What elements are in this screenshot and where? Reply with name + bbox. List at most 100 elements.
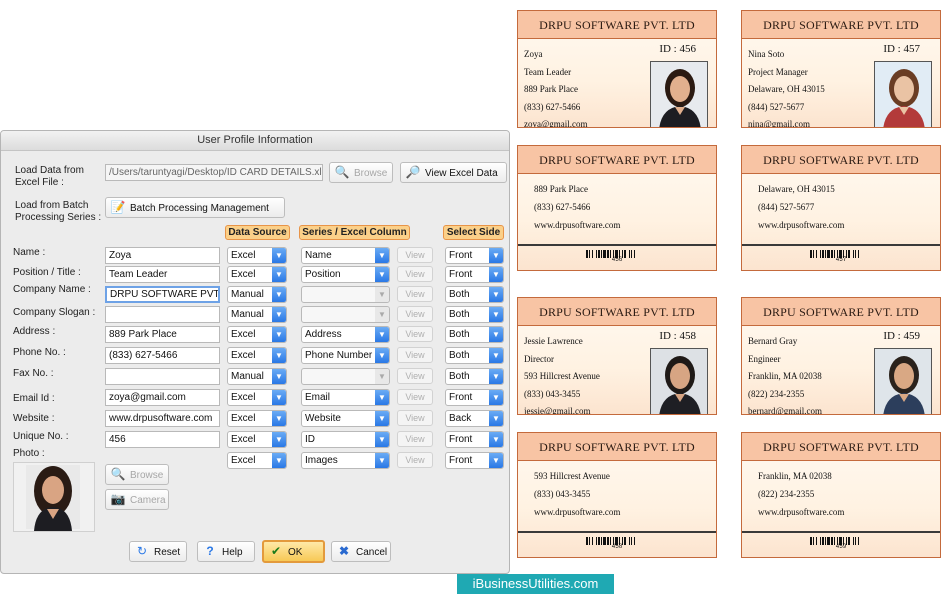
- series-column-select[interactable]: Position ▼: [301, 266, 390, 283]
- series-column-value: Position: [305, 269, 341, 280]
- field-value-input[interactable]: (833) 627-5466: [105, 347, 220, 364]
- data-source-select[interactable]: Excel ▼: [227, 389, 287, 406]
- select-side-select[interactable]: Front ▼: [445, 247, 504, 264]
- card-title: Director: [524, 354, 554, 364]
- series-column-select[interactable]: Email ▼: [301, 389, 390, 406]
- help-button[interactable]: ? Help: [197, 541, 255, 562]
- data-source-select[interactable]: Excel ▼: [227, 247, 287, 264]
- series-column-select[interactable]: Website ▼: [301, 410, 390, 427]
- view-column-button[interactable]: View: [397, 368, 433, 384]
- photo-browse-button[interactable]: 🔍 Browse: [105, 464, 169, 485]
- cancel-button[interactable]: ✖ Cancel: [331, 541, 391, 562]
- data-source-header: Data Source: [225, 225, 290, 240]
- chevron-down-icon: ▼: [272, 267, 286, 282]
- select-side-select[interactable]: Both ▼: [445, 368, 504, 385]
- data-source-select[interactable]: Excel ▼: [227, 431, 287, 448]
- field-value-input[interactable]: zoya@gmail.com: [105, 389, 220, 406]
- view-column-button[interactable]: View: [397, 452, 433, 468]
- series-column-select[interactable]: Name ▼: [301, 247, 390, 264]
- field-label: Company Slogan :: [13, 307, 96, 318]
- batch-processing-button[interactable]: 📝 Batch Processing Management: [105, 197, 285, 218]
- excel-path-input[interactable]: /Users/taruntyagi/Desktop/ID CARD DETAIL…: [105, 164, 323, 181]
- browse-excel-button[interactable]: 🔍 Browse: [329, 162, 393, 183]
- card-email: bernard@gmail.com: [748, 406, 823, 415]
- field-value-input[interactable]: Team Leader: [105, 266, 220, 283]
- data-source-select[interactable]: Excel ▼: [227, 452, 287, 469]
- view-column-button[interactable]: View: [397, 389, 433, 405]
- view-column-button[interactable]: View: [397, 286, 433, 302]
- select-side-select[interactable]: Both ▼: [445, 286, 504, 303]
- chevron-down-icon: ▼: [489, 432, 503, 447]
- select-side-select[interactable]: Front ▼: [445, 452, 504, 469]
- data-source-select[interactable]: Manual ▼: [227, 306, 287, 323]
- select-side-select[interactable]: Both ▼: [445, 347, 504, 364]
- view-column-button[interactable]: View: [397, 431, 433, 447]
- reset-button[interactable]: ↻ Reset: [129, 541, 187, 562]
- barcode-number: 458: [611, 543, 623, 550]
- view-column-button[interactable]: View: [397, 347, 433, 363]
- chevron-down-icon: ▼: [489, 287, 503, 302]
- select-side-select[interactable]: Front ▼: [445, 431, 504, 448]
- series-column-select[interactable]: Address ▼: [301, 326, 390, 343]
- data-source-select[interactable]: Excel ▼: [227, 326, 287, 343]
- card-id: ID : 457: [883, 43, 920, 55]
- chevron-down-icon: ▼: [375, 307, 389, 322]
- field-value-input[interactable]: [105, 368, 220, 385]
- chevron-down-icon: ▼: [375, 390, 389, 405]
- chevron-down-icon: ▼: [272, 287, 286, 302]
- view-excel-button[interactable]: 🔎 View Excel Data: [400, 162, 507, 183]
- field-value-input[interactable]: 889 Park Place: [105, 326, 220, 343]
- series-column-select[interactable]: ▼: [301, 306, 390, 323]
- view-column-button[interactable]: View: [397, 266, 433, 282]
- chevron-down-icon: ▼: [489, 411, 503, 426]
- data-source-select[interactable]: Excel ▼: [227, 266, 287, 283]
- select-side-select[interactable]: Both ▼: [445, 326, 504, 343]
- data-source-select[interactable]: Excel ▼: [227, 347, 287, 364]
- card-title: Engineer: [748, 354, 781, 364]
- series-column-select[interactable]: ID ▼: [301, 431, 390, 448]
- select-side-value: Both: [449, 289, 470, 300]
- series-column-select[interactable]: Images ▼: [301, 452, 390, 469]
- select-side-select[interactable]: Back ▼: [445, 410, 504, 427]
- card-company: DRPU SOFTWARE PVT. LTD: [518, 298, 716, 326]
- view-column-button[interactable]: View: [397, 306, 433, 322]
- chevron-down-icon: ▼: [489, 390, 503, 405]
- select-side-value: Front: [449, 434, 473, 445]
- field-value-input[interactable]: [105, 306, 220, 323]
- data-source-select[interactable]: Excel ▼: [227, 410, 287, 427]
- ok-button[interactable]: ✔ OK: [262, 540, 325, 563]
- field-value-input[interactable]: Zoya: [105, 247, 220, 264]
- field-value-input[interactable]: www.drpusoftware.com: [105, 410, 220, 427]
- view-column-button[interactable]: View: [397, 326, 433, 342]
- card-company: DRPU SOFTWARE PVT. LTD: [742, 433, 940, 461]
- field-label: Position / Title :: [13, 267, 81, 278]
- card-company: DRPU SOFTWARE PVT. LTD: [742, 146, 940, 174]
- series-column-select[interactable]: Phone Number ▼: [301, 347, 390, 364]
- data-source-value: Excel: [231, 455, 256, 466]
- data-source-select[interactable]: Manual ▼: [227, 286, 287, 303]
- camera-button[interactable]: 📷 Camera: [105, 489, 169, 510]
- series-column-select[interactable]: ▼: [301, 368, 390, 385]
- data-source-select[interactable]: Manual ▼: [227, 368, 287, 385]
- select-side-select[interactable]: Both ▼: [445, 306, 504, 323]
- select-side-value: Both: [449, 309, 470, 320]
- field-label: Fax No. :: [13, 368, 54, 379]
- id-card-front: DRPU SOFTWARE PVT. LTD ID : 457 Nina Soto P…: [741, 10, 941, 128]
- id-card-back: DRPU SOFTWARE PVT. LTD 889 Park Place (833…: [517, 145, 717, 271]
- field-value-input[interactable]: 456: [105, 431, 220, 448]
- data-source-value: Manual: [231, 371, 264, 382]
- card-email: jessie@gmail.com: [524, 406, 591, 415]
- select-side-select[interactable]: Front ▼: [445, 389, 504, 406]
- card-company: DRPU SOFTWARE PVT. LTD: [742, 11, 940, 39]
- photo-person-image: [14, 463, 94, 531]
- card-photo: [650, 61, 708, 127]
- card-address: 889 Park Place: [524, 84, 578, 94]
- series-column-select[interactable]: ▼: [301, 286, 390, 303]
- view-column-button[interactable]: View: [397, 410, 433, 426]
- view-column-button[interactable]: View: [397, 247, 433, 263]
- chevron-down-icon: ▼: [489, 369, 503, 384]
- data-source-value: Excel: [231, 392, 256, 403]
- field-value-input[interactable]: DRPU SOFTWARE PVT. LTD: [105, 286, 220, 303]
- select-side-select[interactable]: Front ▼: [445, 266, 504, 283]
- card-name: Nina Soto: [748, 49, 785, 59]
